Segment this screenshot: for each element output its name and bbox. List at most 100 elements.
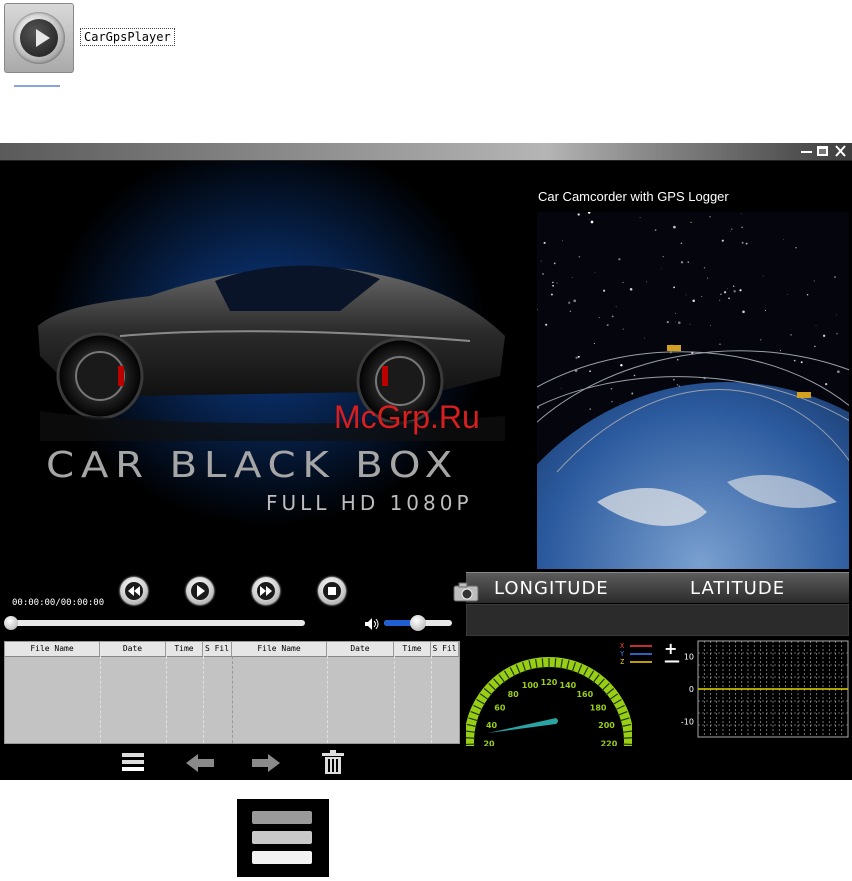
star bbox=[646, 282, 647, 283]
star bbox=[823, 335, 825, 337]
star bbox=[594, 343, 595, 344]
star bbox=[634, 375, 636, 377]
star bbox=[561, 388, 562, 389]
star bbox=[692, 300, 695, 303]
star bbox=[611, 388, 613, 390]
coordinates-header: LONGITUDE LATITUDE bbox=[466, 572, 849, 603]
star bbox=[681, 261, 683, 263]
star bbox=[554, 263, 556, 265]
speedometer-label: 160 bbox=[576, 690, 593, 699]
star bbox=[611, 401, 612, 402]
star bbox=[661, 269, 662, 270]
star bbox=[542, 273, 544, 275]
car-gps-player-shortcut-icon[interactable] bbox=[4, 3, 74, 73]
star bbox=[794, 360, 796, 362]
next-arrow-icon bbox=[252, 754, 280, 772]
star bbox=[710, 325, 711, 326]
star bbox=[727, 288, 728, 289]
playlist-button[interactable] bbox=[122, 753, 144, 771]
speedometer-needle bbox=[488, 718, 558, 733]
star bbox=[556, 283, 557, 284]
star bbox=[620, 403, 621, 404]
fast-forward-button[interactable] bbox=[252, 577, 280, 605]
star bbox=[719, 300, 720, 301]
star bbox=[616, 306, 617, 307]
star bbox=[545, 324, 547, 326]
column-divider bbox=[394, 656, 395, 743]
column-file-name-2[interactable]: File Name bbox=[232, 642, 327, 656]
play-button[interactable] bbox=[186, 577, 214, 605]
player-window: CAR BLACK BOX FULL HD 1080P McGrp.Ru Car… bbox=[0, 143, 852, 780]
app-shortcut-label[interactable]: CarGpsPlayer bbox=[80, 28, 175, 46]
seek-handle[interactable] bbox=[4, 616, 18, 630]
column-file-name[interactable]: File Name bbox=[5, 642, 100, 656]
volume-handle[interactable] bbox=[410, 615, 426, 631]
list-icon bbox=[122, 753, 144, 771]
coordinates-values bbox=[466, 604, 849, 636]
star bbox=[677, 384, 679, 386]
column-date-2[interactable]: Date bbox=[327, 642, 394, 656]
snapshot-camera-icon[interactable] bbox=[452, 581, 480, 603]
column-time-2[interactable]: Time bbox=[394, 642, 431, 656]
list-icon bbox=[237, 799, 329, 877]
star bbox=[814, 346, 815, 347]
file-list-table[interactable]: File Name Date Time S Fil File Name Date… bbox=[4, 641, 460, 744]
longitude-label: LONGITUDE bbox=[494, 578, 609, 599]
star bbox=[675, 322, 676, 323]
column-divider bbox=[232, 656, 233, 743]
minimize-icon[interactable] bbox=[800, 145, 813, 157]
star bbox=[816, 325, 817, 326]
window-titlebar[interactable] bbox=[0, 143, 852, 161]
seek-bar[interactable] bbox=[8, 620, 305, 626]
previous-button[interactable] bbox=[186, 754, 214, 772]
column-time[interactable]: Time bbox=[166, 642, 203, 656]
star bbox=[836, 315, 837, 316]
star bbox=[620, 364, 622, 366]
restore-icon[interactable] bbox=[816, 145, 829, 157]
star bbox=[836, 333, 837, 334]
speedometer-label: 200 bbox=[598, 721, 615, 730]
star bbox=[622, 282, 623, 283]
star bbox=[834, 276, 836, 278]
gsensor-legend: XYZ bbox=[618, 641, 658, 669]
star bbox=[552, 282, 553, 283]
rewind-button[interactable] bbox=[120, 577, 148, 605]
column-size-2[interactable]: S Fil bbox=[431, 642, 459, 656]
speedometer-label: 40 bbox=[486, 721, 498, 730]
star bbox=[790, 334, 792, 336]
star bbox=[801, 361, 803, 363]
star bbox=[675, 313, 676, 314]
star bbox=[814, 280, 815, 281]
time-readout: 00:00:00/00:00:00 bbox=[12, 598, 104, 608]
close-icon[interactable] bbox=[834, 145, 847, 157]
stop-button[interactable] bbox=[318, 577, 346, 605]
star bbox=[612, 315, 614, 317]
star bbox=[673, 379, 675, 381]
column-size[interactable]: S Fil bbox=[203, 642, 232, 656]
latitude-label: LATITUDE bbox=[690, 578, 785, 599]
star bbox=[739, 289, 741, 291]
star bbox=[742, 242, 744, 244]
column-date[interactable]: Date bbox=[100, 642, 166, 656]
speedometer-tick bbox=[623, 738, 632, 739]
gsensor-y-label: 0 bbox=[689, 685, 694, 694]
gsensor-graph: 100-10 bbox=[672, 637, 852, 743]
column-divider bbox=[100, 656, 101, 743]
star bbox=[780, 350, 781, 351]
star bbox=[731, 229, 732, 230]
star bbox=[724, 291, 726, 293]
star bbox=[709, 216, 710, 217]
volume-icon[interactable] bbox=[364, 616, 380, 630]
star bbox=[551, 293, 553, 295]
star bbox=[741, 213, 742, 214]
speedometer-label: 80 bbox=[508, 690, 520, 699]
star bbox=[720, 294, 721, 295]
star bbox=[588, 212, 590, 214]
speedometer-tick bbox=[555, 658, 556, 668]
star bbox=[644, 338, 645, 339]
star bbox=[570, 311, 572, 313]
delete-button[interactable] bbox=[322, 750, 344, 774]
star bbox=[575, 356, 577, 358]
next-button[interactable] bbox=[252, 754, 280, 772]
star bbox=[787, 294, 788, 295]
